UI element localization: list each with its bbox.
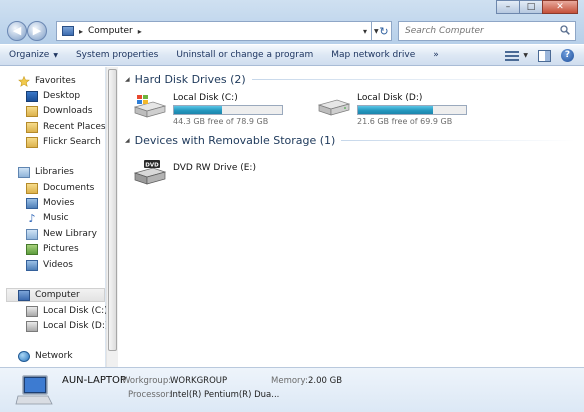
memory-label: Memory: xyxy=(271,376,308,386)
nav-downloads[interactable]: Downloads xyxy=(26,104,92,118)
navigation-pane: Favorites Desktop Downloads Recent Place… xyxy=(0,67,108,367)
collapse-triangle-icon[interactable]: ◢ xyxy=(125,76,130,83)
drive-icon xyxy=(317,99,351,116)
map-network-drive-button[interactable]: Map network drive xyxy=(322,44,424,66)
drive-usage-fill xyxy=(174,106,222,114)
computer-name: AUN-LAPTOP xyxy=(62,375,126,386)
movies-icon xyxy=(26,197,38,209)
drive-name: Local Disk (D:) xyxy=(357,93,423,103)
recent-places-icon xyxy=(26,121,38,133)
forward-button[interactable]: ▶ xyxy=(27,21,47,41)
star-icon xyxy=(18,75,30,87)
nav-desktop[interactable]: Desktop xyxy=(26,89,80,103)
flickr-search-icon xyxy=(26,136,38,148)
drive-usage-fill xyxy=(358,106,433,114)
computer-icon xyxy=(18,289,30,301)
drive-free-space: 21.6 GB free of 69.9 GB xyxy=(357,117,453,126)
nav-favorites[interactable]: Favorites xyxy=(18,74,76,88)
computer-icon xyxy=(15,375,53,405)
preview-pane-icon[interactable] xyxy=(538,49,551,62)
chevron-down-icon: ▼ xyxy=(53,52,58,59)
minimize-button[interactable]: – xyxy=(496,0,520,14)
window-controls: – □ ✕ xyxy=(496,0,578,14)
system-properties-button[interactable]: System properties xyxy=(67,44,167,66)
drive-item-c[interactable]: Local Disk (C:) 44.3 GB free of 78.9 GB xyxy=(133,93,283,126)
workgroup-label: Workgroup: xyxy=(122,376,172,386)
group-divider xyxy=(251,79,575,80)
content-area: ◢ Hard Disk Drives (2) Local Disk (C:) 4… xyxy=(119,67,584,367)
search-input[interactable] xyxy=(405,26,555,36)
nav-music[interactable]: ♪ Music xyxy=(26,211,68,225)
libraries-icon xyxy=(18,166,30,178)
back-arrow-icon: ◀ xyxy=(12,24,22,37)
desktop-icon xyxy=(26,90,38,102)
drive-free-space: 44.3 GB free of 78.9 GB xyxy=(173,117,269,126)
refresh-icon: ↻ xyxy=(379,24,389,38)
pictures-icon xyxy=(26,243,38,255)
svg-text:DVD: DVD xyxy=(145,163,159,169)
view-dropdown-icon[interactable]: ▼ xyxy=(523,52,528,59)
more-commands-button[interactable]: » xyxy=(424,44,448,66)
drive-usage-bar xyxy=(173,105,283,115)
nav-videos[interactable]: Videos xyxy=(26,258,73,272)
maximize-button[interactable]: □ xyxy=(519,0,543,14)
drive-icon xyxy=(26,320,38,332)
breadcrumb-separator-icon[interactable]: ▸ xyxy=(138,27,142,36)
group-divider xyxy=(341,140,575,141)
videos-icon xyxy=(26,259,38,271)
downloads-folder-icon xyxy=(26,105,38,117)
change-view-icon[interactable] xyxy=(505,50,520,62)
nav-local-disk-c[interactable]: Local Disk (C:) xyxy=(26,304,108,318)
network-globe-icon xyxy=(18,350,30,362)
computer-icon xyxy=(62,26,74,36)
search-icon xyxy=(560,25,570,35)
refresh-button[interactable]: ▼ ↻ xyxy=(372,21,392,41)
music-note-icon: ♪ xyxy=(28,211,36,225)
dvd-drive-icon: DVD xyxy=(133,160,167,185)
nav-scrollbar[interactable] xyxy=(106,67,118,367)
memory-value: 2.00 GB xyxy=(308,376,343,386)
drive-item-e[interactable]: DVD DVD RW Drive (E:) xyxy=(133,157,256,187)
breadcrumb-computer[interactable]: Computer xyxy=(88,26,133,36)
nav-network[interactable]: Network xyxy=(18,349,73,363)
group-header-removable[interactable]: ◢ Devices with Removable Storage (1) xyxy=(125,134,575,147)
windows-drive-icon xyxy=(133,95,167,118)
forward-arrow-icon: ▶ xyxy=(32,24,42,37)
drive-name: DVD RW Drive (E:) xyxy=(173,163,256,173)
nav-libraries[interactable]: Libraries xyxy=(18,165,74,179)
help-icon[interactable]: ? xyxy=(561,49,574,62)
address-bar[interactable]: ▸ Computer ▸ ▾ xyxy=(56,21,372,41)
nav-scrollbar-thumb[interactable] xyxy=(108,69,117,351)
drive-usage-bar xyxy=(357,105,467,115)
documents-icon xyxy=(26,182,38,194)
chevron-down-icon: ▼ xyxy=(374,27,379,35)
processor-value: Intel(R) Pentium(R) Dua... xyxy=(170,390,280,400)
nav-flickr-search[interactable]: Flickr Search xyxy=(26,135,101,149)
nav-local-disk-d[interactable]: Local Disk (D:) xyxy=(26,319,108,333)
organize-button[interactable]: Organize ▼ xyxy=(0,44,67,66)
back-button[interactable]: ◀ xyxy=(7,21,27,41)
group-header-hard-disks[interactable]: ◢ Hard Disk Drives (2) xyxy=(125,73,575,86)
nav-new-library[interactable]: New Library xyxy=(26,227,97,241)
drive-icon xyxy=(26,305,38,317)
breadcrumb-separator-icon[interactable]: ▸ xyxy=(79,27,83,36)
search-box[interactable] xyxy=(398,21,576,41)
details-pane: AUN-LAPTOP Workgroup: WORKGROUP Memory: … xyxy=(0,367,584,412)
uninstall-program-button[interactable]: Uninstall or change a program xyxy=(167,44,322,66)
nav-documents[interactable]: Documents xyxy=(26,181,94,195)
collapse-triangle-icon[interactable]: ◢ xyxy=(125,137,130,144)
new-library-icon xyxy=(26,228,38,240)
processor-label: Processor: xyxy=(128,390,172,400)
workgroup-value: WORKGROUP xyxy=(170,376,228,386)
nav-pictures[interactable]: Pictures xyxy=(26,242,79,256)
nav-computer[interactable]: Computer xyxy=(6,288,105,302)
command-toolbar: Organize ▼ System properties Uninstall or… xyxy=(0,44,584,66)
nav-movies[interactable]: Movies xyxy=(26,196,74,210)
nav-recent-places[interactable]: Recent Places xyxy=(26,120,106,134)
drive-name: Local Disk (C:) xyxy=(173,93,238,103)
address-history-dropdown-icon[interactable]: ▾ xyxy=(363,27,367,36)
close-button[interactable]: ✕ xyxy=(542,0,578,14)
drive-item-d[interactable]: Local Disk (D:) 21.6 GB free of 69.9 GB xyxy=(317,93,467,126)
